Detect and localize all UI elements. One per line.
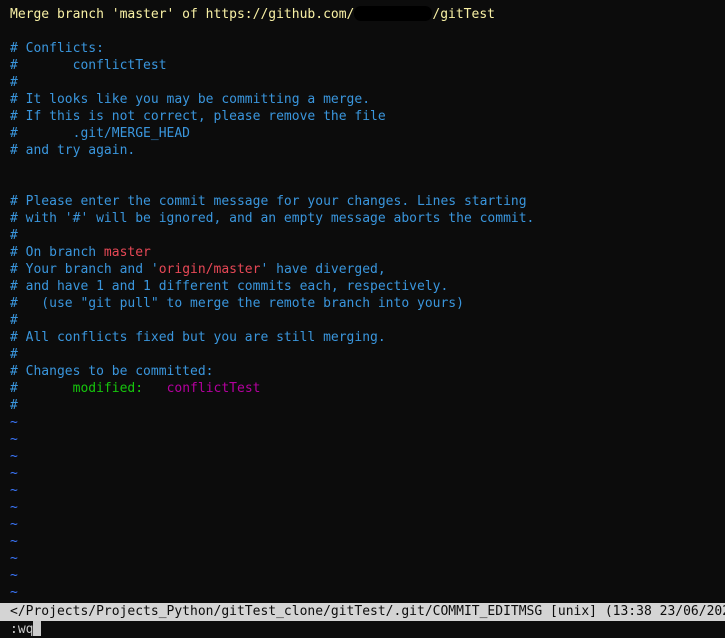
diverged-line: # Your branch and 'origin/master' have d… (10, 261, 386, 278)
changes-header: # Changes to be committed: (10, 364, 214, 379)
empty-line-tilde: ~ (10, 585, 18, 600)
commit-title-suffix: /gitTest (432, 7, 495, 22)
status-line-text: </Projects/Projects_Python/gitTest_clone… (10, 604, 725, 619)
diverged-prefix: # Your branch and ' (10, 262, 159, 277)
merge-notice-line-1: # It looks like you may be committing a … (10, 92, 371, 107)
modified-indent: # (10, 381, 73, 396)
vim-command-line[interactable]: :wq (10, 621, 42, 638)
comment-blank-line: # (10, 347, 18, 362)
text-cursor (33, 621, 42, 636)
commits-count-line: # and have 1 and 1 different commits eac… (10, 279, 449, 294)
vim-editor-buffer[interactable]: Merge branch 'master' of https://github.… (0, 0, 725, 604)
on-branch-prefix: # On branch (10, 245, 104, 260)
empty-line-tilde: ~ (10, 466, 18, 481)
instruction-line-2: # with '#' will be ignored, and an empty… (10, 211, 535, 226)
empty-line-tilde: ~ (10, 483, 18, 498)
empty-line-tilde: ~ (10, 517, 18, 532)
on-branch-line: # On branch master (10, 244, 151, 261)
empty-line-tilde: ~ (10, 551, 18, 566)
conflicts-fixed-line: # All conflicts fixed but you are still … (10, 330, 386, 345)
empty-line-tilde: ~ (10, 568, 18, 583)
comment-blank-line: # (10, 75, 18, 90)
empty-line-tilde: ~ (10, 500, 18, 515)
merge-notice-line-4: # and try again. (10, 143, 136, 158)
instruction-line-1: # Please enter the commit message for yo… (10, 194, 527, 209)
remote-branch-name: origin/master (158, 262, 261, 277)
merge-notice-line-2: # If this is not correct, please remove … (10, 109, 386, 124)
vim-status-line: </Projects/Projects_Python/gitTest_clone… (0, 603, 725, 621)
conflict-file-line: # conflictTest (10, 58, 167, 73)
command-text: :wq (10, 622, 34, 637)
modified-file-name: conflictTest (166, 381, 261, 396)
conflicts-header: # Conflicts: (10, 41, 104, 56)
modified-file-line: # modified: conflictTest (10, 380, 260, 397)
comment-blank-line: # (10, 313, 18, 328)
git-pull-hint-line: # (use "git pull" to merge the remote br… (10, 296, 464, 311)
diverged-suffix: ' have diverged, (260, 262, 386, 277)
commit-title-line: Merge branch 'master' of https://github.… (10, 6, 495, 23)
empty-line-tilde: ~ (10, 449, 18, 464)
empty-line-tilde: ~ (10, 534, 18, 549)
comment-blank-line: # (10, 398, 18, 413)
commit-title-prefix: Merge branch 'master' of https://github.… (10, 7, 355, 22)
redacted-username (354, 6, 433, 21)
comment-blank-line: # (10, 228, 18, 243)
empty-line-tilde: ~ (10, 432, 18, 447)
empty-line-tilde: ~ (10, 415, 18, 430)
merge-notice-line-3: # .git/MERGE_HEAD (10, 126, 191, 141)
branch-name: master (103, 245, 151, 260)
modified-label: modified: (72, 381, 144, 396)
